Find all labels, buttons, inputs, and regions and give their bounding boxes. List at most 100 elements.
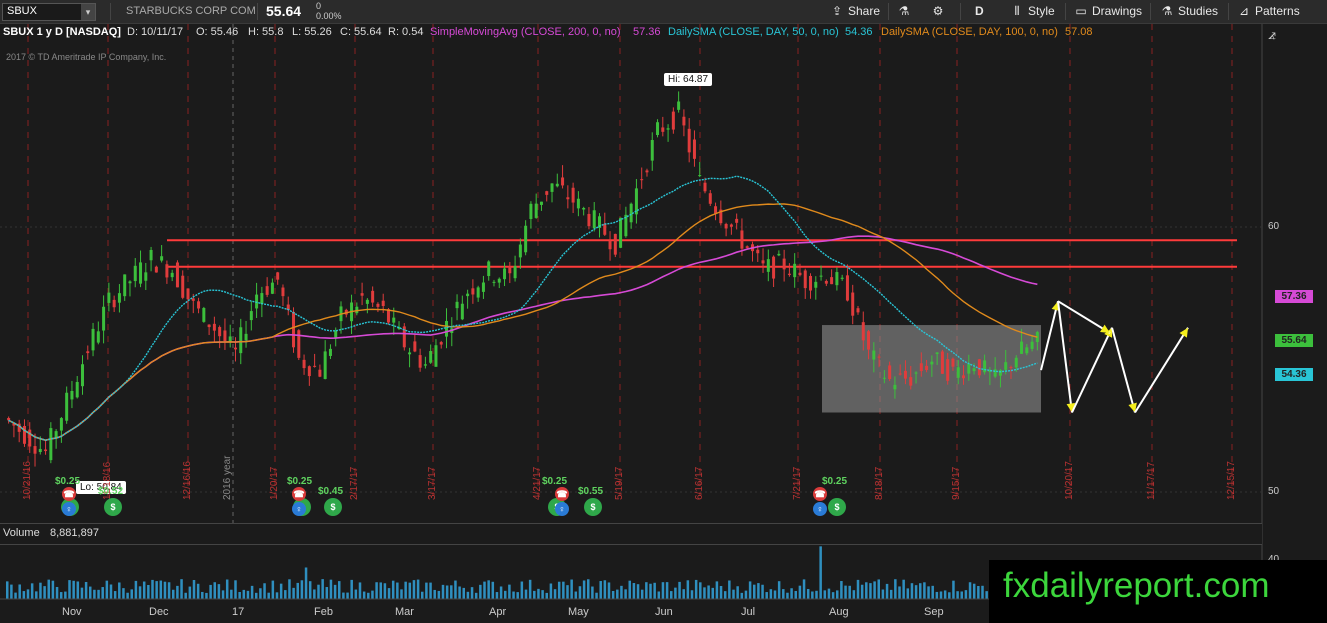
volume-bar bbox=[396, 582, 399, 599]
dividend-icon[interactable]: $ bbox=[324, 498, 342, 516]
candle bbox=[133, 265, 137, 282]
volume-bar bbox=[777, 581, 781, 599]
volume-bar bbox=[167, 582, 171, 599]
symbol-input[interactable]: SBUX ▾ bbox=[2, 3, 96, 21]
candle bbox=[993, 369, 997, 377]
price-change: 0 0.00% bbox=[316, 1, 342, 21]
volume-value: 8,881,897 bbox=[50, 527, 99, 539]
event-date-label: 11/17/17 bbox=[1146, 461, 1157, 500]
volume-bar bbox=[138, 586, 142, 599]
sma50-price-tag: 54.36 bbox=[1275, 368, 1313, 381]
study-info-bar: SBUX 1 y D [NASDAQ] D: 10/11/17 O: 55.46… bbox=[0, 24, 1262, 42]
sma100-label[interactable]: DailySMA (CLOSE, DAY, 100, 0, no) bbox=[881, 26, 1058, 38]
volume-bar bbox=[479, 584, 482, 599]
volume-bar bbox=[421, 591, 424, 599]
candle bbox=[197, 301, 201, 309]
volume-bar bbox=[823, 590, 827, 599]
candle bbox=[851, 292, 855, 316]
volume-bar bbox=[943, 590, 947, 599]
candle bbox=[919, 363, 923, 372]
candle bbox=[671, 111, 675, 130]
candle bbox=[80, 364, 84, 387]
candle bbox=[914, 372, 918, 374]
watermark-text: fxdailyreport.com bbox=[1003, 566, 1270, 605]
sma200-label[interactable]: SimpleMovingAvg (CLOSE, 200, 0, no) bbox=[430, 26, 621, 38]
volume-bar bbox=[130, 589, 133, 599]
drawings-button[interactable]: ▭ Drawings bbox=[1074, 3, 1142, 20]
earnings-icon[interactable]: ☎ bbox=[292, 487, 306, 501]
candle bbox=[677, 101, 681, 110]
flask-button[interactable]: ⚗ bbox=[897, 3, 915, 20]
candle bbox=[824, 280, 828, 284]
volume-bar bbox=[80, 587, 84, 599]
volume-bar bbox=[769, 589, 773, 599]
earnings-icon[interactable]: ☎ bbox=[813, 487, 827, 501]
volume-bar bbox=[425, 582, 428, 599]
volume-bar bbox=[230, 589, 233, 599]
event-date-label: 12/15/17 bbox=[1226, 461, 1237, 500]
volume-bar bbox=[68, 580, 71, 599]
volume-bar bbox=[209, 584, 212, 599]
studies-button[interactable]: ⚗ Studies bbox=[1160, 3, 1218, 20]
volume-bar bbox=[757, 583, 760, 599]
candle bbox=[418, 355, 422, 368]
candle bbox=[592, 210, 596, 229]
volume-bar bbox=[977, 586, 980, 599]
candle bbox=[998, 369, 1002, 376]
event-bulb-icon[interactable]: ♀ bbox=[62, 502, 76, 516]
volume-bar bbox=[192, 580, 196, 599]
volume-bar bbox=[64, 591, 67, 599]
volume-bar bbox=[533, 590, 536, 599]
candle bbox=[814, 281, 818, 288]
volume-bar bbox=[176, 585, 179, 599]
event-date-label: 10/21/16 bbox=[22, 461, 33, 500]
event-date-label: 6/16/17 bbox=[694, 466, 705, 500]
volume-bar bbox=[665, 582, 669, 599]
volume-bar bbox=[557, 581, 561, 599]
candle bbox=[545, 191, 549, 195]
volume-bar bbox=[728, 580, 731, 599]
volume-bar bbox=[126, 592, 129, 599]
candle bbox=[576, 198, 580, 209]
candle bbox=[972, 368, 976, 372]
x-axis-label: Aug bbox=[829, 606, 849, 618]
symbol-dropdown-icon[interactable]: ▾ bbox=[81, 4, 95, 20]
event-date-label: 12/16/16 bbox=[182, 461, 193, 500]
volume-bar bbox=[101, 587, 104, 599]
volume-bar bbox=[354, 589, 358, 599]
share-button[interactable]: ⇪ Share bbox=[830, 3, 880, 20]
volume-bar bbox=[919, 583, 922, 599]
volume-bar bbox=[109, 584, 113, 599]
volume-bar bbox=[914, 585, 918, 599]
volume-bar bbox=[325, 587, 329, 599]
event-bulb-icon[interactable]: ♀ bbox=[813, 502, 827, 516]
volume-bar bbox=[599, 581, 602, 599]
patterns-button[interactable]: ⊿ Patterns bbox=[1237, 3, 1300, 20]
candle bbox=[233, 347, 237, 350]
candle bbox=[650, 140, 654, 161]
settings-button[interactable]: ⚙ bbox=[931, 3, 949, 20]
volume-bar bbox=[935, 591, 939, 599]
volume-bar bbox=[76, 581, 80, 599]
dividend-icon[interactable]: $ bbox=[828, 498, 846, 516]
earnings-icon[interactable]: ☎ bbox=[555, 487, 569, 501]
style-button[interactable]: ⫴ Style bbox=[1010, 3, 1054, 20]
volume-bar bbox=[142, 581, 146, 599]
event-bulb-icon[interactable]: ♀ bbox=[555, 502, 569, 516]
sma50-label[interactable]: DailySMA (CLOSE, DAY, 50, 0, no) bbox=[668, 26, 839, 38]
toolbar-divider bbox=[960, 3, 961, 20]
earnings-icon[interactable]: ☎ bbox=[62, 487, 76, 501]
volume-bar bbox=[391, 580, 395, 599]
event-bulb-icon[interactable]: ♀ bbox=[292, 502, 306, 516]
candle bbox=[376, 303, 380, 307]
volume-bar bbox=[267, 592, 270, 599]
dividend-icon[interactable]: $ bbox=[584, 498, 602, 516]
candle bbox=[898, 373, 902, 375]
candle bbox=[413, 341, 417, 352]
dividend-icon[interactable]: $ bbox=[104, 498, 122, 516]
period-button[interactable]: D bbox=[975, 3, 984, 20]
chart-settings-icon[interactable]: ⦨ bbox=[1268, 26, 1290, 42]
volume-bar bbox=[279, 583, 283, 599]
candle bbox=[181, 275, 185, 298]
candle bbox=[38, 448, 42, 453]
